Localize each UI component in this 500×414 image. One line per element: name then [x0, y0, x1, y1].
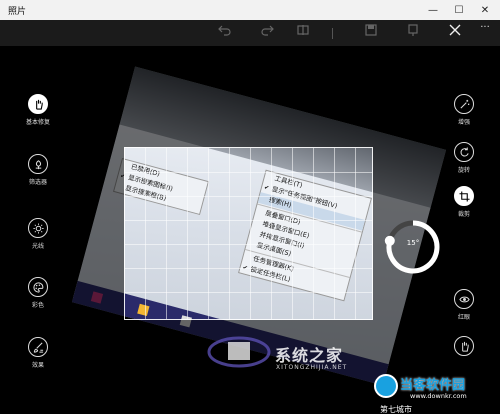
- more-button[interactable]: ···: [474, 22, 496, 40]
- close-icon: [449, 24, 461, 36]
- enhance-label: 增强: [457, 119, 470, 126]
- save-copy-button[interactable]: [360, 24, 382, 42]
- tool-filters[interactable]: 筛选器: [8, 154, 68, 186]
- basic-fix-label: 基本修复: [25, 119, 50, 126]
- filters-label: 筛选器: [28, 179, 47, 186]
- light-label: 光线: [31, 243, 44, 250]
- tool-enhance[interactable]: 增强: [434, 94, 494, 126]
- exit-edit-button[interactable]: [444, 24, 466, 42]
- watermark-site-url: www.downkr.com: [410, 392, 467, 400]
- crop-grid-line: [125, 196, 372, 197]
- tool-spot-fix[interactable]: [434, 336, 494, 356]
- crop-grid-line: [125, 172, 372, 173]
- minimize-icon: —: [428, 4, 438, 16]
- watermark-site-name: 当客软件园: [400, 378, 466, 393]
- title-bar: 照片 — ☐ ✕: [0, 0, 500, 20]
- crop-label: 裁剪: [457, 211, 470, 218]
- minimize-button[interactable]: —: [420, 0, 446, 20]
- crop-frame[interactable]: [124, 147, 373, 320]
- color-circle: [28, 277, 48, 297]
- watermark-logo-icon: [374, 374, 398, 398]
- tool-crop[interactable]: 裁剪: [434, 186, 494, 218]
- editor-canvas: 已禁用(D) 显示搜索图标(I) 显示搜索框(B) 工具栏(T) 显示"任务视图…: [0, 46, 500, 414]
- maximize-icon: ☐: [454, 4, 464, 16]
- hand-icon: [461, 341, 469, 352]
- crop-grid-line: [166, 148, 167, 319]
- palette-icon: [32, 281, 43, 293]
- rotation-ring: [384, 220, 440, 274]
- rotate-circle: [454, 142, 474, 162]
- sun-icon: [32, 222, 44, 234]
- edit-toolbar: ···: [0, 20, 500, 46]
- crop-icon: [458, 190, 470, 202]
- crop-grid-line: [125, 268, 372, 269]
- save-icon: [408, 24, 418, 36]
- rotate-icon: [460, 146, 469, 157]
- crop-grid-line: [125, 292, 372, 293]
- crop-grid-line: [271, 148, 272, 319]
- crop-grid-line: [187, 148, 188, 319]
- crop-grid-line: [145, 148, 146, 319]
- effects-label: 效果: [31, 362, 44, 369]
- app-title: 照片: [8, 7, 27, 17]
- compare-icon: [297, 25, 309, 35]
- crop-grid-line: [250, 148, 251, 319]
- crop-dim-top: [0, 46, 500, 147]
- tool-rotate[interactable]: 旋转: [434, 142, 494, 174]
- watermark-subtitle: XITONGZHIJIA.NET: [276, 364, 348, 371]
- crop-grid-line: [125, 244, 372, 245]
- spot-fix-circle: [454, 336, 474, 356]
- rotate-label: 旋转: [457, 167, 470, 174]
- crop-circle: [454, 186, 474, 206]
- close-window-button[interactable]: ✕: [472, 0, 498, 20]
- save-button[interactable]: [402, 24, 424, 42]
- crop-grid-line: [125, 220, 372, 221]
- effects-circle: [28, 337, 48, 357]
- watermark-title: 系统之家: [275, 346, 344, 365]
- hand-icon: [35, 99, 43, 110]
- site-logo-watermark: [207, 336, 271, 368]
- close-window-icon: ✕: [480, 4, 490, 16]
- tool-basic-fix[interactable]: 基本修复: [8, 94, 68, 126]
- tool-color[interactable]: 彩色: [8, 277, 68, 309]
- undo-button[interactable]: [214, 24, 236, 42]
- wand-icon: [459, 99, 469, 109]
- save-copy-icon: [365, 24, 377, 36]
- crop-grid-line: [313, 148, 314, 319]
- tool-light[interactable]: 光线: [8, 218, 68, 250]
- crop-grid-line: [229, 148, 230, 319]
- flower-icon: [35, 159, 41, 169]
- color-label: 彩色: [31, 302, 44, 309]
- basic-fix-circle: [28, 94, 48, 114]
- crop-grid-line: [334, 148, 335, 319]
- eye-icon: [458, 296, 470, 302]
- maximize-button[interactable]: ☐: [446, 0, 472, 20]
- more-icon: ···: [480, 22, 490, 33]
- enhance-circle: [454, 94, 474, 114]
- tool-effects[interactable]: 效果: [8, 337, 68, 369]
- crop-grid-line: [292, 148, 293, 319]
- filters-circle: [28, 154, 48, 174]
- watermark-third: 第七城市: [378, 404, 414, 414]
- brush-icon: [33, 342, 43, 353]
- light-circle: [28, 218, 48, 238]
- redo-button[interactable]: [256, 24, 278, 42]
- redo-icon: [261, 25, 274, 36]
- undo-icon: [218, 25, 231, 36]
- crop-grid-line: [208, 148, 209, 319]
- red-eye-label: 红眼: [457, 314, 470, 321]
- tool-red-eye[interactable]: 红眼: [434, 289, 494, 321]
- red-eye-circle: [454, 289, 474, 309]
- compare-button[interactable]: [292, 24, 314, 42]
- crop-grid-line: [355, 148, 356, 319]
- rotation-dial[interactable]: 15°: [384, 218, 442, 276]
- toolbar-separator: [332, 28, 333, 39]
- rotation-angle: 15°: [406, 239, 420, 247]
